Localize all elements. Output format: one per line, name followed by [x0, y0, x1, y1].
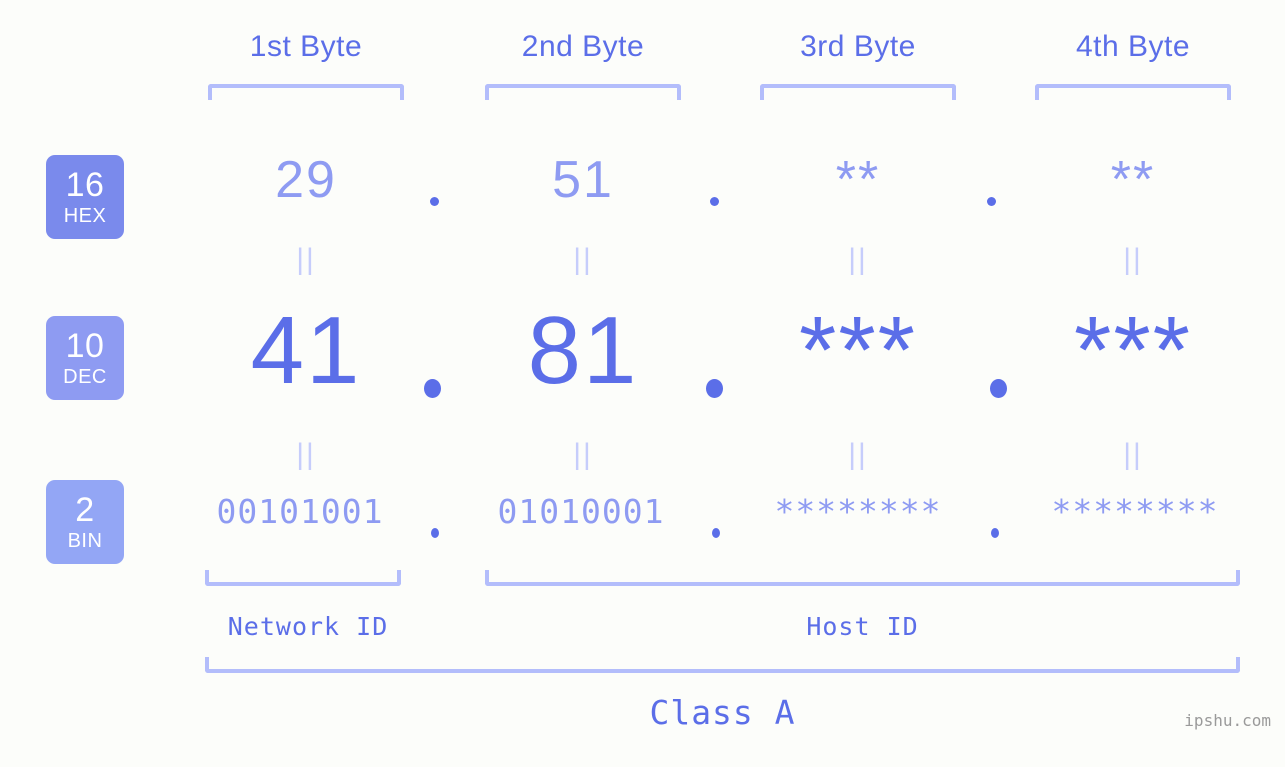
- equals-connector-2-2: ||: [573, 438, 593, 471]
- hex-dot-separator-3: [987, 197, 996, 206]
- bin-dot-separator-1: [431, 528, 439, 538]
- bin-dot-separator-2: [712, 528, 720, 538]
- byte-header-4: 4th Byte: [1075, 30, 1191, 63]
- equals-connector-1-2: ||: [573, 243, 593, 276]
- dec-dot-separator-2: [706, 379, 723, 398]
- site-watermark: ipshu.com: [1184, 711, 1271, 730]
- radix-badge-hex: 16 HEX: [46, 155, 124, 239]
- radix-badge-dec-number: 10: [65, 327, 105, 365]
- network-id-bracket: [205, 570, 401, 586]
- byte-bracket-top-1: [208, 84, 404, 100]
- radix-badge-hex-number: 16: [65, 166, 105, 204]
- dec-value-byte-3: ***: [798, 297, 918, 404]
- bin-value-byte-3: ********: [774, 492, 942, 531]
- radix-badge-bin-number: 2: [75, 491, 95, 529]
- hex-value-byte-1: 29: [275, 151, 337, 209]
- bin-value-byte-1: 00101001: [216, 492, 384, 531]
- equals-connector-2-1: ||: [296, 438, 316, 471]
- host-id-label: Host ID: [806, 612, 919, 641]
- equals-connector-2-4: ||: [1123, 438, 1143, 471]
- equals-connector-2-3: ||: [848, 438, 868, 471]
- class-label: Class A: [649, 693, 796, 732]
- equals-connector-1-4: ||: [1123, 243, 1143, 276]
- hex-value-byte-3: **: [835, 151, 881, 209]
- hex-value-byte-2: 51: [552, 151, 614, 209]
- radix-badge-hex-label: HEX: [63, 205, 107, 227]
- bin-value-byte-2: 01010001: [497, 492, 665, 531]
- byte-header-1: 1st Byte: [249, 30, 363, 63]
- dec-dot-separator-1: [424, 379, 441, 398]
- dec-value-byte-4: ***: [1073, 297, 1193, 404]
- hex-dot-separator-2: [710, 197, 719, 206]
- dec-value-byte-1: 41: [250, 297, 362, 404]
- radix-badge-dec: 10 DEC: [46, 316, 124, 400]
- byte-bracket-top-4: [1035, 84, 1231, 100]
- class-bracket: [205, 657, 1240, 673]
- radix-badge-dec-label: DEC: [63, 366, 107, 388]
- byte-bracket-top-2: [485, 84, 681, 100]
- bin-value-byte-4: ********: [1051, 492, 1219, 531]
- radix-badge-bin-label: BIN: [67, 530, 103, 552]
- equals-connector-1-3: ||: [848, 243, 868, 276]
- byte-bracket-top-3: [760, 84, 956, 100]
- dec-value-byte-2: 81: [527, 297, 639, 404]
- hex-dot-separator-1: [430, 197, 439, 206]
- radix-badge-bin: 2 BIN: [46, 480, 124, 564]
- network-id-label: Network ID: [227, 612, 389, 641]
- bin-dot-separator-3: [991, 528, 999, 538]
- byte-header-3: 3rd Byte: [800, 30, 916, 63]
- ip-address-breakdown-diagram: 1st Byte 2nd Byte 3rd Byte 4th Byte 16 H…: [0, 0, 1285, 767]
- hex-value-byte-4: **: [1110, 151, 1156, 209]
- equals-connector-1-1: ||: [296, 243, 316, 276]
- dec-dot-separator-3: [990, 379, 1007, 398]
- host-id-bracket: [485, 570, 1240, 586]
- byte-header-2: 2nd Byte: [521, 30, 645, 63]
